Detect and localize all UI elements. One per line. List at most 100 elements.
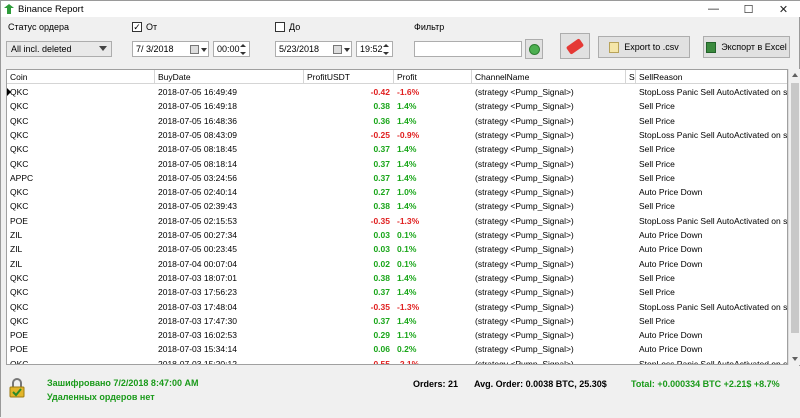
order-status-select[interactable]: All incl. deleted xyxy=(6,41,112,57)
table-row[interactable]: ZIL 2018-07-04 00:07:04 0.02 0.1% (strategy … xyxy=(7,257,787,271)
cell-profit: -0.9% xyxy=(397,129,420,140)
cell-coin: QKC xyxy=(10,187,29,198)
to-checkbox[interactable] xyxy=(275,22,285,32)
table-row[interactable]: QKC 2018-07-03 17:47:30 0.37 1.4% (strategy … xyxy=(7,314,787,328)
cell-coin: QKC xyxy=(10,315,29,326)
refresh-icon xyxy=(528,43,540,55)
cell-profit: 0.1% xyxy=(397,230,417,240)
cell-buydate: 2018-07-05 03:24:56 xyxy=(158,172,237,183)
cell-channel: (strategy <Pump_Signal>) xyxy=(475,187,574,198)
table-row[interactable]: QKC 2018-07-03 17:56:23 0.37 1.4% (strategy … xyxy=(7,285,787,299)
chevron-down-icon xyxy=(344,48,350,52)
cell-sell-reason: Sell Price xyxy=(639,158,675,169)
scrollbar-thumb[interactable] xyxy=(791,83,799,333)
to-date-picker[interactable]: 5/23/2018 xyxy=(275,41,352,57)
eraser-icon xyxy=(565,37,585,55)
cell-sell-reason: StopLoss Panic Sell AutoActivated on sel… xyxy=(639,215,788,226)
cell-buydate: 2018-07-03 17:56:23 xyxy=(158,287,237,298)
table-row[interactable]: APPC 2018-07-05 03:24:56 0.37 1.4% (strategy… xyxy=(7,171,787,185)
cell-buydate: 2018-07-05 08:18:14 xyxy=(158,158,237,169)
cell-profit: 1.4% xyxy=(397,158,417,169)
cell-profit-usdt: 0.37 xyxy=(373,144,390,155)
column-header-buydate[interactable]: BuyDate xyxy=(155,70,304,84)
scroll-up-icon[interactable] xyxy=(792,73,798,77)
column-header-sell-reason[interactable]: SellReason xyxy=(636,70,787,84)
window-title: Binance Report xyxy=(18,3,84,15)
export-excel-button[interactable]: Экспорт в Excel xyxy=(703,36,790,58)
from-checkbox[interactable]: ✓ xyxy=(132,22,142,32)
spin-up-icon xyxy=(383,43,389,47)
from-date-picker[interactable]: 7/ 3/2018 xyxy=(132,41,209,57)
minimize-button[interactable]: — xyxy=(696,1,731,17)
table-row[interactable]: QKC 2018-07-05 08:18:45 0.37 1.4% (strategy … xyxy=(7,142,787,156)
cell-channel: (strategy <Pump_Signal>) xyxy=(475,172,574,183)
from-time-field[interactable]: 00:00 xyxy=(213,41,250,57)
cell-coin: QKC xyxy=(10,272,29,283)
cell-profit: 1.4% xyxy=(397,272,417,283)
cell-channel: (strategy <Pump_Signal>) xyxy=(475,244,574,255)
clear-button[interactable] xyxy=(560,33,590,59)
cell-coin: QKC xyxy=(10,115,29,126)
cell-buydate: 2018-07-05 02:15:53 xyxy=(158,215,237,226)
spin-down-icon xyxy=(240,51,246,55)
column-header-si[interactable]: Si xyxy=(626,70,636,84)
table-row[interactable]: POE 2018-07-03 16:02:53 0.29 1.1% (strategy … xyxy=(7,328,787,342)
cell-buydate: 2018-07-05 02:40:14 xyxy=(158,187,237,198)
maximize-button[interactable]: ☐ xyxy=(731,1,766,17)
column-header-profit[interactable]: Profit xyxy=(394,70,472,84)
cell-buydate: 2018-07-05 08:18:45 xyxy=(158,144,237,155)
cell-sell-reason: StopLoss Panic Sell AutoActivated on sel… xyxy=(639,358,788,365)
apply-filter-button[interactable] xyxy=(525,39,543,59)
table-row[interactable]: QKC 2018-07-03 17:48:04 -0.35 -1.3% (strateg… xyxy=(7,300,787,314)
cell-coin: ZIL xyxy=(10,230,23,240)
encrypted-status: Зашифровано 7/2/2018 8:47:00 AM xyxy=(47,378,199,388)
column-header-coin[interactable]: Coin xyxy=(7,70,155,84)
export-csv-button[interactable]: Export to .csv xyxy=(598,36,690,58)
column-header-profit-usdt[interactable]: ProfitUSDT xyxy=(304,70,394,84)
table-row[interactable]: QKC 2018-07-05 16:49:49 -0.42 -1.6% (strateg… xyxy=(7,85,787,99)
app-logo-icon xyxy=(4,4,14,14)
cell-coin: QKC xyxy=(10,301,29,312)
table-row[interactable]: QKC 2018-07-05 16:48:36 0.36 1.4% (strategy … xyxy=(7,114,787,128)
status-label: Статус ордера xyxy=(8,22,70,32)
cell-profit-usdt: -0.55 xyxy=(370,358,390,365)
table-row[interactable]: QKC 2018-07-05 16:49:18 0.38 1.4% (strategy … xyxy=(7,99,787,113)
table-row[interactable]: ZIL 2018-07-05 00:23:45 0.03 0.1% (strategy … xyxy=(7,242,787,256)
cell-coin: QKC xyxy=(10,87,29,97)
to-time-field[interactable]: 19:52 xyxy=(356,41,393,57)
time-spinner[interactable] xyxy=(381,41,391,57)
table-row[interactable]: QKC 2018-07-05 02:40:14 0.27 1.0% (strategy … xyxy=(7,185,787,199)
table-row[interactable]: QKC 2018-07-03 18:07:01 0.38 1.4% (strategy … xyxy=(7,271,787,285)
table-row[interactable]: QKC 2018-07-03 15:20:12 -0.55 -2.1% (strateg… xyxy=(7,357,788,365)
cell-sell-reason: Auto Price Down xyxy=(639,344,703,355)
average-order: Avg. Order: 0.0038 BTC, 25.30$ xyxy=(474,379,607,389)
scroll-down-icon[interactable] xyxy=(792,357,798,361)
table-row[interactable]: ZIL 2018-07-05 00:27:34 0.03 0.1% (strategy … xyxy=(7,228,787,242)
table-row[interactable]: QKC 2018-07-05 08:18:14 0.37 1.4% (strategy … xyxy=(7,157,787,171)
column-header-channel[interactable]: ChannelName xyxy=(472,70,626,84)
cell-sell-reason: Sell Price xyxy=(639,201,675,212)
cell-sell-reason: Auto Price Down xyxy=(639,330,703,341)
cell-sell-reason: Sell Price xyxy=(639,172,675,183)
cell-profit: -1.3% xyxy=(397,215,420,226)
cell-sell-reason: StopLoss Panic Sell AutoActivated on sel… xyxy=(639,129,788,140)
table-row[interactable]: QKC 2018-07-05 08:43:09 -0.25 -0.9% (strateg… xyxy=(7,128,788,142)
cell-sell-reason: Auto Price Down xyxy=(639,187,703,198)
cell-coin: ZIL xyxy=(10,244,23,255)
cell-buydate: 2018-07-05 02:39:43 xyxy=(158,201,237,212)
orders-table[interactable]: Coin BuyDate ProfitUSDT Profit ChannelNa… xyxy=(6,69,788,365)
cell-profit-usdt: 0.06 xyxy=(373,344,390,355)
cell-buydate: 2018-07-03 18:07:01 xyxy=(158,272,237,283)
cell-coin: QKC xyxy=(10,158,29,169)
cell-sell-reason: Sell Price xyxy=(639,272,675,283)
cell-sell-reason: Sell Price xyxy=(639,144,675,155)
cell-profit: 1.4% xyxy=(397,101,417,112)
close-button[interactable]: ✕ xyxy=(766,1,800,17)
filter-input[interactable] xyxy=(414,41,522,57)
to-time-value: 19:52 xyxy=(360,44,383,54)
table-row[interactable]: POE 2018-07-03 15:34:14 0.06 0.2% (strategy … xyxy=(7,342,787,356)
time-spinner[interactable] xyxy=(238,41,248,57)
table-row[interactable]: POE 2018-07-05 02:15:53 -0.35 -1.3% (strateg… xyxy=(7,214,788,228)
vertical-scrollbar[interactable] xyxy=(788,69,800,365)
table-row[interactable]: QKC 2018-07-05 02:39:43 0.38 1.4% (strategy … xyxy=(7,199,787,213)
